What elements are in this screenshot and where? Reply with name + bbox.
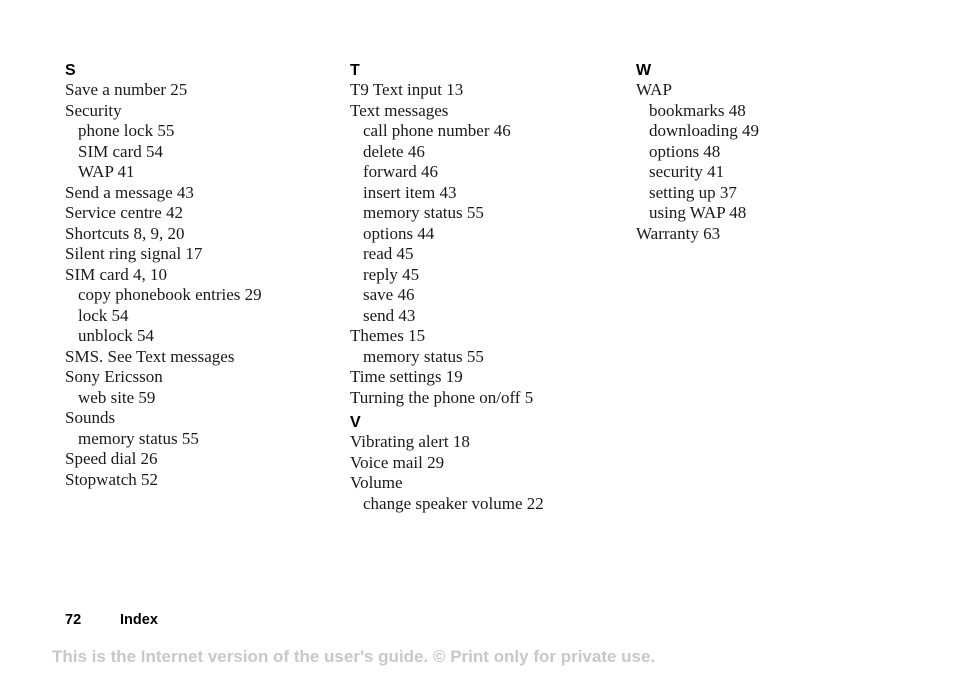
- index-subentry: forward 46: [363, 162, 439, 181]
- index-subentry: reply 45: [363, 264, 420, 284]
- section-letter-heading: V: [350, 414, 361, 431]
- disclaimer-text: This is the Internet version of the user…: [52, 647, 656, 666]
- index-entry: Time settings 19: [350, 367, 463, 386]
- index-entry: Turning the phone on/off 5: [350, 387, 534, 407]
- index-subentry: change speaker volume 22: [363, 493, 544, 513]
- index-subentry: save 46: [363, 285, 415, 304]
- index-subentry: send 43: [363, 305, 416, 325]
- index-subentry: unblock 54: [78, 326, 155, 345]
- index-entry: WAP: [636, 80, 672, 99]
- index-entry: T9 Text input 13: [350, 80, 464, 99]
- index-section-w: W WAP bookmarks 48 downloading 49 options 48…: [636, 62, 759, 244]
- index-entry: Speed dial 26: [65, 449, 158, 468]
- page-number: 72: [65, 612, 82, 628]
- index-entry: Sony Ericsson: [65, 367, 163, 386]
- index-subentry: delete 46: [363, 141, 425, 161]
- index-subentry: memory status 55: [363, 203, 484, 222]
- index-column-1: S Save a number 25 Security phone lock 55 SI…: [65, 62, 262, 490]
- index-subentry: copy phonebook entries 29: [78, 285, 262, 304]
- index-entry: Security: [65, 100, 122, 120]
- index-subentry: security 41: [649, 162, 725, 181]
- index-section-s: S Save a number 25 Security phone lock 55 SI…: [65, 62, 262, 490]
- index-entry: Shortcuts 8, 9, 20: [65, 223, 185, 243]
- index-subentry: call phone number 46: [363, 121, 511, 140]
- index-entry: Send a message 43: [65, 182, 194, 202]
- index-entry: Volume: [350, 473, 403, 492]
- index-subentry: SIM card 54: [78, 141, 163, 161]
- index-subentry: using WAP 48: [649, 203, 747, 222]
- index-entry: SIM card 4, 10: [65, 264, 167, 284]
- section-letter-heading: S: [65, 62, 76, 79]
- index-entry: Themes 15: [350, 326, 426, 345]
- index-entry: Text messages: [350, 100, 449, 120]
- index-entry: SMS. See Text messages: [65, 346, 235, 366]
- index-subentry: WAP 41: [78, 162, 135, 181]
- index-column-3: W WAP bookmarks 48 downloading 49 options 48…: [636, 62, 759, 244]
- index-subentry: setting up 37: [649, 182, 737, 202]
- index-subentry: phone lock 55: [78, 121, 175, 140]
- index-entry: Warranty 63: [636, 223, 721, 243]
- index-subentry: memory status 55: [78, 428, 199, 448]
- index-subentry: memory status 55: [363, 346, 484, 366]
- section-title: Index: [120, 612, 158, 628]
- index-entry: Service centre 42: [65, 203, 183, 222]
- index-subentry: options 44: [363, 223, 435, 243]
- page-footer: 72 Index: [65, 612, 158, 628]
- index-subentry: read 45: [363, 244, 414, 263]
- index-column-2: T T9 Text input 13 Text messages call phone…: [350, 62, 544, 514]
- index-subentry: insert item 43: [363, 182, 457, 202]
- index-section-v: V Vibrating alert 18 Voice mail 29 Volume ch…: [350, 414, 544, 514]
- index-subentry: web site 59: [78, 387, 156, 407]
- index-entry: Silent ring signal 17: [65, 244, 203, 263]
- index-section-t: T T9 Text input 13 Text messages call phone…: [350, 62, 544, 408]
- index-entry: Vibrating alert 18: [350, 432, 470, 451]
- section-letter-heading: T: [350, 62, 360, 79]
- index-subentry: lock 54: [78, 305, 129, 325]
- index-entry: Stopwatch 52: [65, 469, 159, 489]
- index-entry: Save a number 25: [65, 80, 188, 99]
- section-letter-heading: W: [636, 62, 652, 79]
- index-entry: Voice mail 29: [350, 452, 445, 472]
- index-subentry: bookmarks 48: [649, 100, 746, 120]
- index-subentry: downloading 49: [649, 121, 760, 140]
- index-entry: Sounds: [65, 408, 116, 427]
- index-subentry: options 48: [649, 141, 721, 161]
